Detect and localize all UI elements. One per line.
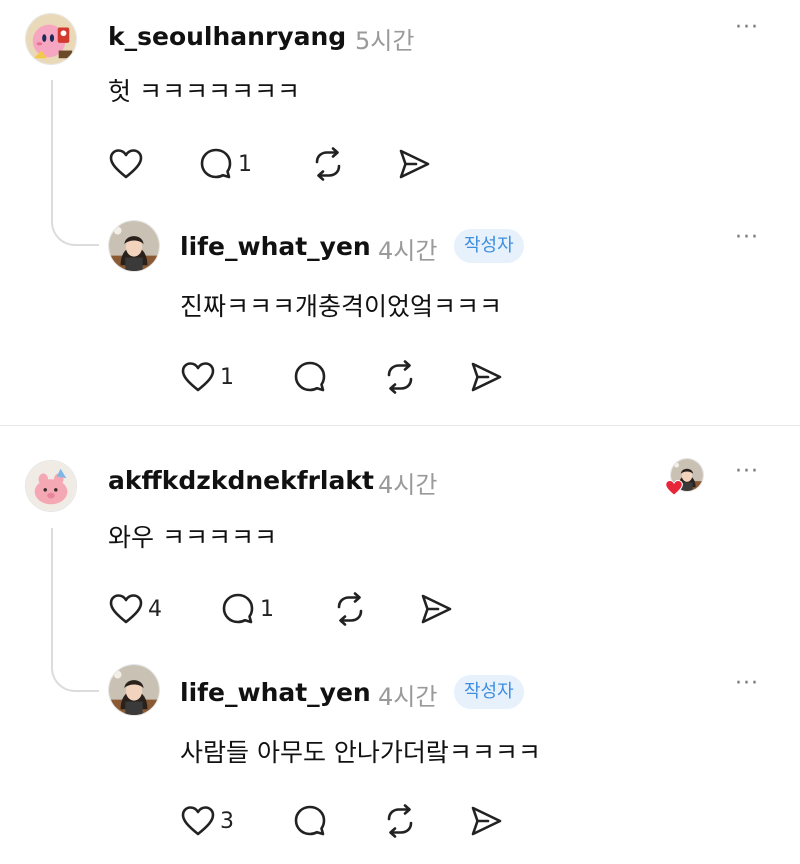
send-icon: [396, 146, 432, 182]
like-button[interactable]: 1: [180, 359, 234, 395]
username[interactable]: akffkdzkdnekfrlakt: [108, 466, 374, 495]
liked-by-author-indicator: [664, 458, 706, 500]
reply-button[interactable]: [292, 803, 328, 839]
comment-text: 진짜ㅋㅋㅋ개충격이었엌ㅋㅋㅋ: [180, 292, 503, 321]
more-dots-icon[interactable]: ···: [735, 461, 759, 483]
repost-icon: [382, 803, 418, 839]
heart-icon: [180, 803, 216, 839]
repost-button[interactable]: [382, 803, 418, 839]
comment-icon: [292, 803, 328, 839]
repost-button[interactable]: [332, 591, 368, 627]
like-count: 4: [148, 596, 162, 622]
like-count: 1: [220, 364, 234, 390]
more-dots-icon[interactable]: ···: [735, 673, 759, 695]
thread-connector: [51, 206, 99, 246]
heart-filled-icon: [665, 479, 683, 496]
like-button[interactable]: 3: [180, 803, 234, 839]
send-icon: [468, 803, 504, 839]
send-icon: [418, 591, 454, 627]
reply-count: 1: [238, 151, 252, 177]
like-button[interactable]: 4: [108, 591, 162, 627]
heart-icon: [108, 146, 144, 182]
comment-icon: [198, 146, 234, 182]
share-button[interactable]: [418, 591, 454, 627]
repost-button[interactable]: [310, 146, 346, 182]
more-dots-icon[interactable]: ···: [735, 17, 759, 39]
avatar[interactable]: [108, 220, 160, 272]
repost-button[interactable]: [382, 359, 418, 395]
comment-icon: [292, 359, 328, 395]
reply-count: 1: [260, 596, 274, 622]
comment-text: 헛 ㅋㅋㅋㅋㅋㅋㅋ: [108, 77, 300, 106]
like-button[interactable]: [108, 146, 144, 182]
divider: [0, 425, 800, 426]
thread-line: [51, 80, 53, 208]
like-count: 3: [220, 808, 234, 834]
author-badge: 작성자: [454, 675, 524, 709]
username[interactable]: k_seoulhanryang: [108, 22, 346, 51]
more-dots-icon[interactable]: ···: [735, 227, 759, 249]
comment-text: 와우 ㅋㅋㅋㅋㅋ: [108, 523, 277, 552]
timestamp: 5시간: [355, 27, 415, 55]
thread-connector: [51, 652, 99, 692]
author-badge: 작성자: [454, 229, 524, 263]
timestamp: 4시간: [378, 237, 438, 265]
avatar[interactable]: [25, 13, 77, 65]
avatar[interactable]: [108, 664, 160, 716]
share-button[interactable]: [396, 146, 432, 182]
heart-icon: [108, 591, 144, 627]
repost-icon: [332, 591, 368, 627]
heart-icon: [180, 359, 216, 395]
username[interactable]: life_what_yen: [180, 678, 371, 707]
thread-line: [51, 528, 53, 658]
repost-icon: [310, 146, 346, 182]
share-button[interactable]: [468, 803, 504, 839]
timestamp: 4시간: [378, 683, 438, 711]
reply-button[interactable]: [292, 359, 328, 395]
reply-button[interactable]: 1: [220, 591, 274, 627]
comment-icon: [220, 591, 256, 627]
timestamp: 4시간: [378, 471, 438, 499]
share-button[interactable]: [468, 359, 504, 395]
username[interactable]: life_what_yen: [180, 232, 371, 261]
repost-icon: [382, 359, 418, 395]
reply-button[interactable]: 1: [198, 146, 252, 182]
comment-text: 사람들 아무도 안나가더랔ㅋㅋㅋㅋ: [180, 738, 541, 767]
avatar[interactable]: [25, 460, 77, 512]
send-icon: [468, 359, 504, 395]
